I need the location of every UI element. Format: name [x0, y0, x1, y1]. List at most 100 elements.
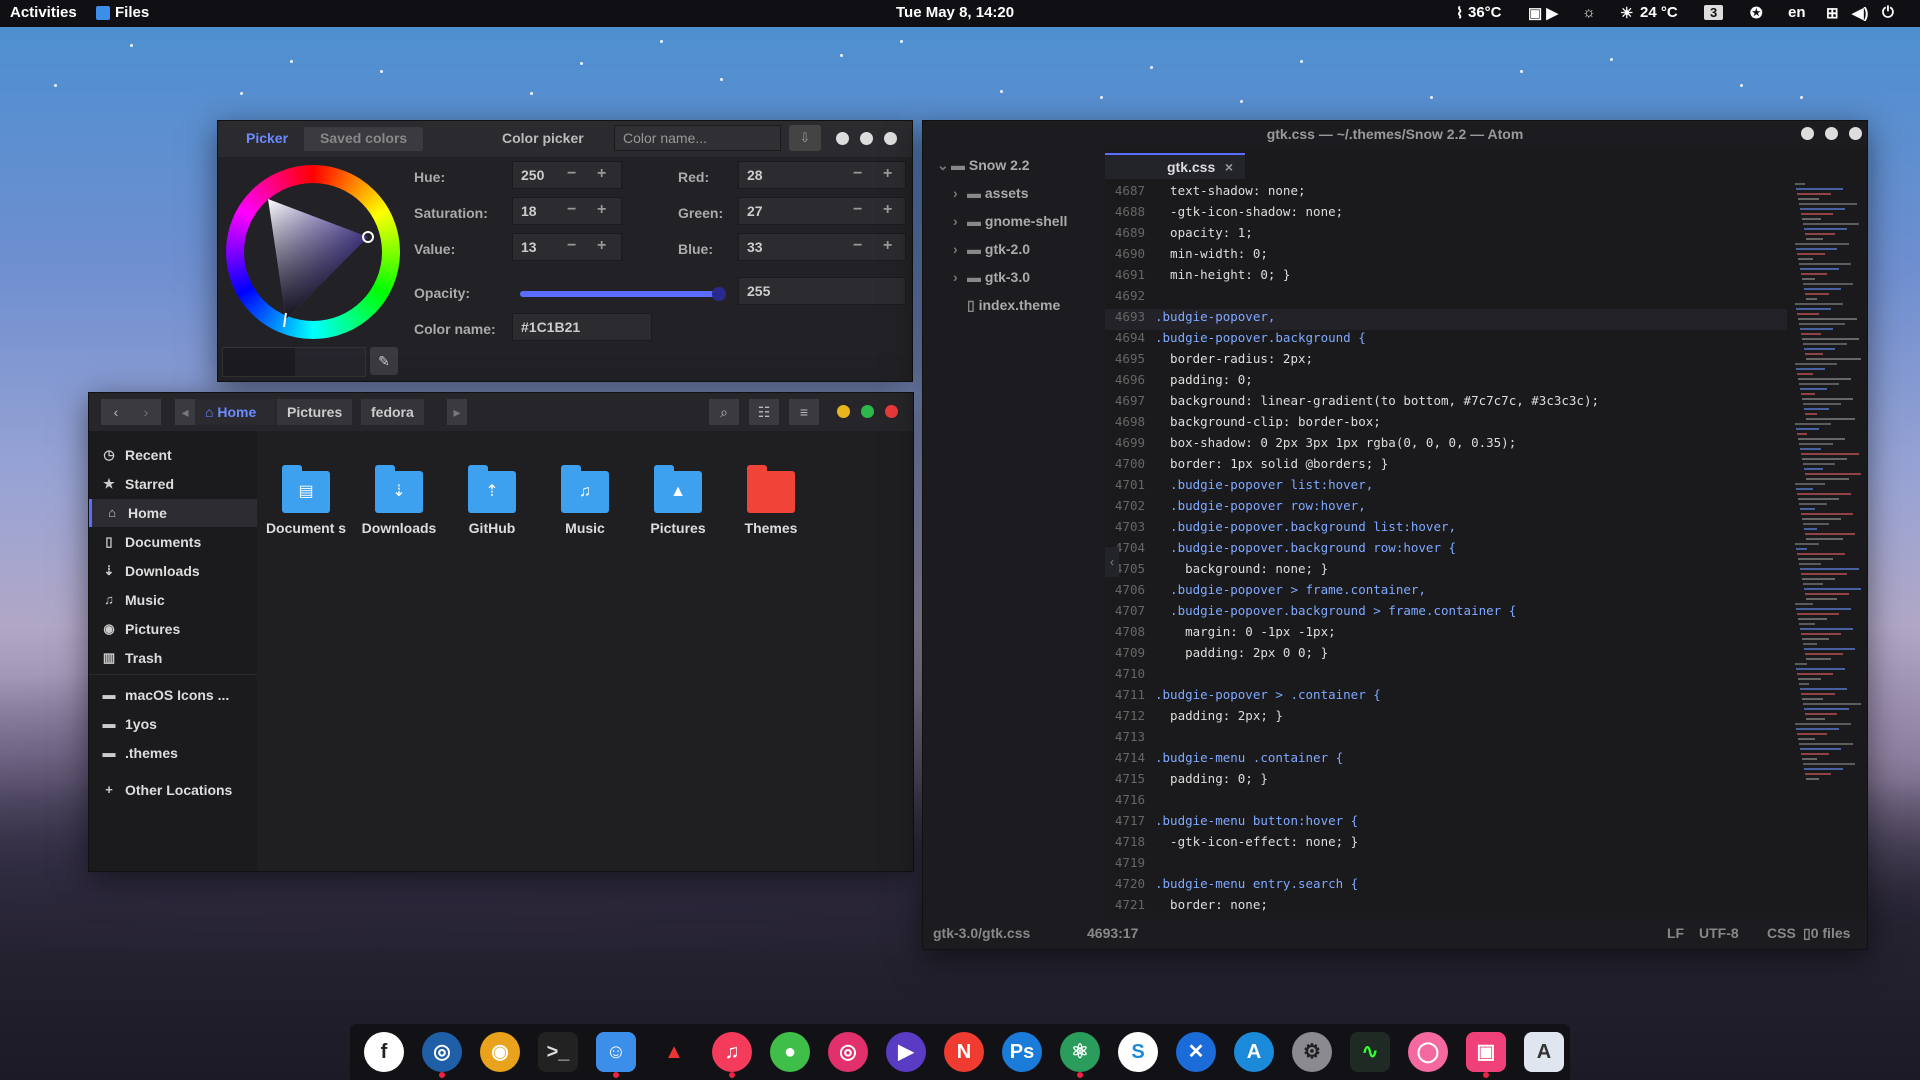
activities-button[interactable]: Activities — [10, 4, 77, 21]
increment-button[interactable]: + — [597, 237, 606, 255]
migrate-icon[interactable]: ▲ — [654, 1032, 694, 1072]
forward-button[interactable]: › — [131, 399, 161, 425]
red-spinner[interactable]: 28 − + — [738, 161, 906, 189]
folder-item[interactable]: ♫ Music — [544, 465, 626, 537]
app-store-icon[interactable]: A — [1234, 1032, 1274, 1072]
clock[interactable]: Tue May 8, 14:20 — [896, 4, 1014, 21]
tree-toggle-button[interactable]: ‹ — [1105, 547, 1119, 577]
close-button[interactable] — [1849, 127, 1862, 140]
terminal-icon[interactable]: >_ — [538, 1032, 578, 1072]
weather-temp[interactable]: 24 °C — [1640, 4, 1678, 21]
tab-saved-colors[interactable]: Saved colors — [304, 127, 423, 151]
color-wheel[interactable] — [226, 165, 400, 339]
finder-icon[interactable]: ☺ — [596, 1032, 636, 1078]
back-button[interactable]: ‹ — [101, 399, 131, 425]
activity-monitor-icon[interactable]: ∿ — [1350, 1032, 1390, 1072]
minimize-button[interactable] — [836, 132, 849, 145]
close-button[interactable] — [884, 132, 897, 145]
fedora-icon[interactable]: f — [364, 1032, 404, 1072]
saturation-value-triangle[interactable] — [226, 165, 400, 339]
atom-icon[interactable]: ⚛ — [1060, 1032, 1100, 1078]
sidebar-item-other-locations[interactable]: + Other Locations — [89, 776, 257, 804]
brightness-icon[interactable]: ☼ — [1582, 4, 1596, 21]
status-encoding[interactable]: UTF-8 — [1699, 925, 1739, 941]
accessibility-icon[interactable]: ✪ — [1750, 4, 1763, 22]
folder-item[interactable]: ▲ Pictures — [637, 465, 719, 537]
status-file-path[interactable]: gtk-3.0/gtk.css — [933, 925, 1030, 941]
folder-item[interactable]: Themes — [730, 465, 812, 537]
photoshop-icon[interactable]: Ps — [1002, 1032, 1042, 1072]
sidebar-item-recent[interactable]: ◷ Recent — [89, 441, 257, 469]
increment-button[interactable]: + — [883, 165, 892, 183]
weather-icon[interactable]: ☀ — [1620, 4, 1633, 22]
maximize-button[interactable] — [861, 405, 874, 418]
settings-icon[interactable]: ⚙ — [1292, 1032, 1332, 1072]
opacity-slider[interactable] — [520, 287, 726, 301]
sidebar-item-downloads[interactable]: ⇣ Downloads — [89, 557, 257, 585]
cpu-temp[interactable]: 36°C — [1468, 4, 1502, 21]
minimize-button[interactable] — [837, 405, 850, 418]
tree-item-gtk-3-0[interactable]: › ▬ gtk-3.0 — [953, 269, 1030, 285]
safari-icon[interactable]: ◎ — [422, 1032, 462, 1078]
color-name-field[interactable]: #1C1B21 — [512, 313, 652, 341]
status-grammar[interactable]: CSS — [1767, 925, 1796, 941]
tab-picker[interactable]: Picker — [230, 127, 305, 151]
sidebar-item-1yos[interactable]: ▬ 1yos — [89, 710, 257, 738]
decrement-button[interactable]: − — [853, 201, 862, 219]
opacity-slider-handle[interactable] — [712, 287, 726, 301]
green-spinner[interactable]: 27 − + — [738, 197, 906, 225]
tree-item-assets[interactable]: › ▬ assets — [953, 185, 1028, 201]
folder-item[interactable]: ⇡ GitHub — [451, 465, 533, 537]
music-icon[interactable]: ♫ — [712, 1032, 752, 1078]
breadcrumb-fedora[interactable]: fedora — [361, 399, 424, 425]
sidebar-item-themes[interactable]: ▬ .themes — [89, 739, 257, 767]
color-name-input[interactable]: Color name... — [614, 125, 781, 151]
skype-icon[interactable]: S — [1118, 1032, 1158, 1072]
breadcrumb-right-button[interactable]: ▸ — [447, 399, 467, 425]
view-toggle-button[interactable]: ☷ — [749, 399, 779, 425]
messages-icon[interactable]: ● — [770, 1032, 810, 1072]
folder-item[interactable]: ▤ Document s — [265, 465, 347, 537]
volume-icon[interactable]: ◀) — [1852, 4, 1869, 22]
minimap[interactable] — [1791, 183, 1867, 919]
power-icon[interactable]: ⏻ — [1882, 4, 1894, 21]
breadcrumb-home[interactable]: ⌂ Home — [195, 399, 275, 425]
increment-button[interactable]: + — [597, 165, 606, 183]
breadcrumb-left-button[interactable]: ◂ — [175, 399, 195, 425]
video-player-icon[interactable]: ▶ — [886, 1032, 926, 1072]
tab-close-button[interactable]: × — [1225, 159, 1233, 175]
decrement-button[interactable]: − — [567, 201, 576, 219]
app-menu[interactable]: Files — [115, 4, 149, 21]
menu-button[interactable]: ≡ — [789, 399, 819, 425]
decrement-button[interactable]: − — [567, 237, 576, 255]
increment-button[interactable]: + — [597, 201, 606, 219]
decrement-button[interactable]: − — [567, 165, 576, 183]
decrement-button[interactable]: − — [853, 165, 862, 183]
code-area[interactable]: 4687 text-shadow: none; 4688 -gtk-icon-sh… — [1105, 183, 1787, 919]
news-icon[interactable]: N — [944, 1032, 984, 1072]
close-button[interactable] — [885, 405, 898, 418]
maximize-button[interactable] — [1825, 127, 1838, 140]
status-git[interactable]: ▯0 files — [1803, 925, 1850, 942]
increment-button[interactable]: + — [883, 201, 892, 219]
sidebar-item-starred[interactable]: ★ Starred — [89, 470, 257, 498]
maximize-button[interactable] — [860, 132, 873, 145]
sidebar-item-music[interactable]: ♫ Music — [89, 586, 257, 614]
xcode-icon[interactable]: ✕ — [1176, 1032, 1216, 1072]
tree-item-gtk-2-0[interactable]: › ▬ gtk-2.0 — [953, 241, 1030, 257]
save-color-button[interactable]: ⇩ — [789, 125, 821, 151]
sidebar-item-pictures[interactable]: ◉ Pictures — [89, 615, 257, 643]
sidebar-item-macos-icons[interactable]: ▬ macOS Icons ... — [89, 681, 257, 709]
minimize-button[interactable] — [1801, 127, 1814, 140]
saturation-spinner[interactable]: 18 − + — [512, 197, 622, 225]
value-spinner[interactable]: 13 − + — [512, 233, 622, 261]
tree-item-index-theme[interactable]: ▯ index.theme — [953, 297, 1060, 314]
tab-gtk-css[interactable]: gtk.css × — [1105, 153, 1245, 179]
language-indicator[interactable]: en — [1788, 4, 1806, 21]
screenshot-icon[interactable]: ▣ — [1466, 1032, 1506, 1078]
hue-spinner[interactable]: 250 − + — [512, 161, 622, 189]
blue-spinner[interactable]: 33 − + — [738, 233, 906, 261]
breadcrumb-pictures[interactable]: Pictures — [277, 399, 353, 425]
folder-item[interactable]: ⇣ Downloads — [358, 465, 440, 537]
sidebar-item-home[interactable]: ⌂ Home — [89, 499, 257, 527]
